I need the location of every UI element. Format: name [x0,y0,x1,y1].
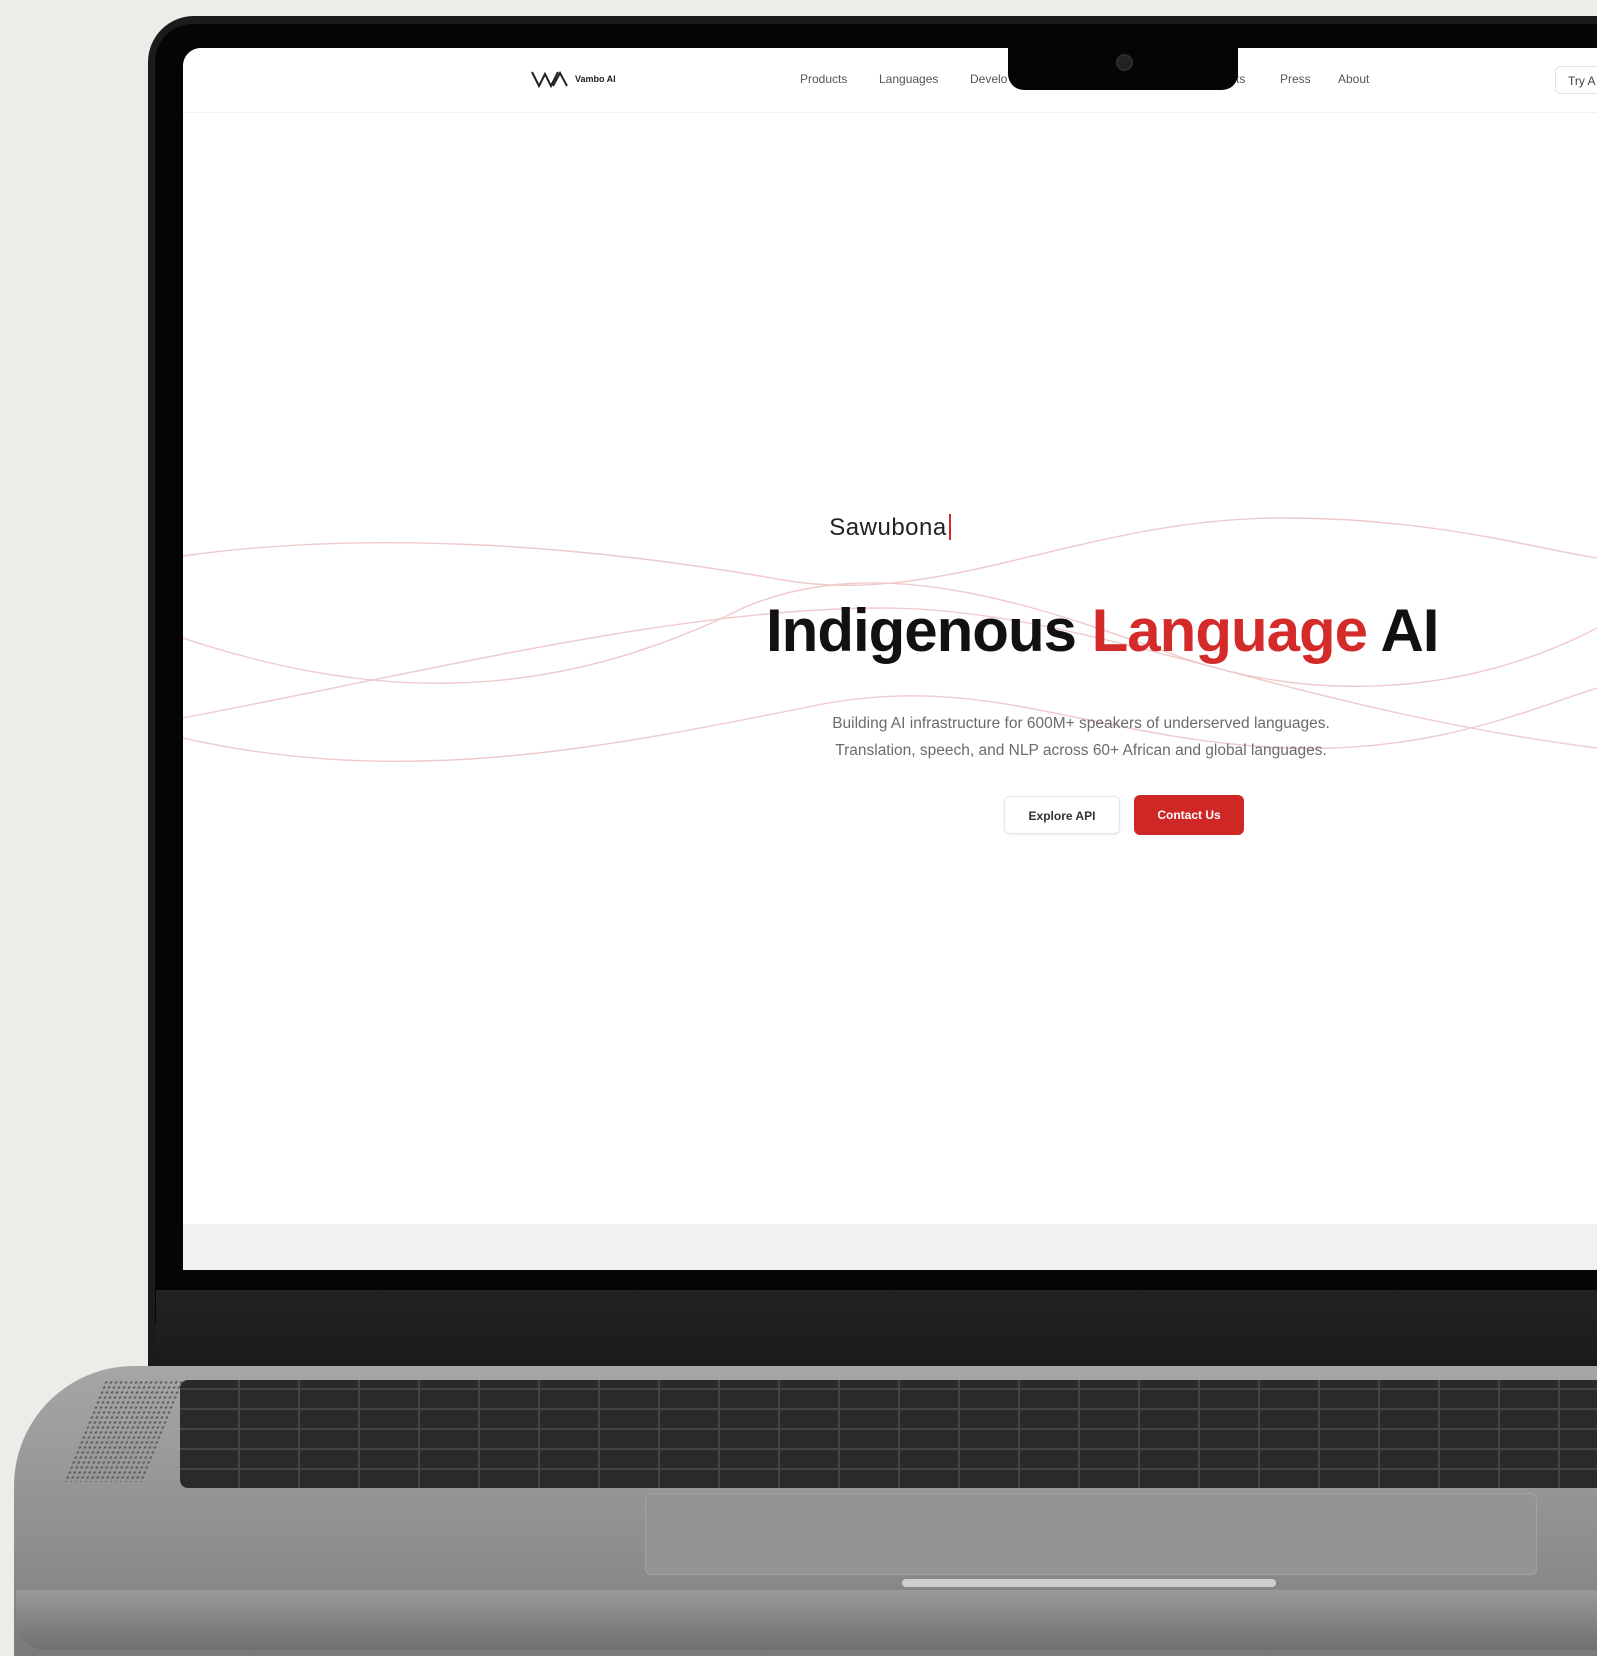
greeting-typewriter: Sawubona [183,514,1597,542]
top-navbar: Vambo AI Products Languages Develo ts Pr… [183,48,1597,113]
nav-press[interactable]: Press [1280,72,1311,86]
contact-us-button[interactable]: Contact Us [1134,795,1244,835]
hero-title-accent: Language [1091,597,1368,664]
hero-subtitle: Building AI infrastructure for 600M+ spe… [766,710,1396,764]
hero-title-word-3: AI [1380,597,1439,664]
explore-api-button[interactable]: Explore API [1004,796,1120,834]
laptop-chin [156,1290,1597,1366]
greeting-text: Sawubona [829,514,947,541]
webcam-icon [1116,54,1133,71]
hero-title: Indigenous Language AI [766,596,1466,665]
brand-name: Vambo AI [575,74,616,84]
text-caret [948,514,951,540]
lid-opening-notch [902,1579,1276,1587]
nav-developers[interactable]: Develo [970,72,1007,86]
next-section-strip [183,1224,1597,1270]
nav-about[interactable]: About [1338,72,1369,86]
hero-subtitle-line-1: Building AI infrastructure for 600M+ spe… [832,715,1330,732]
keyboard [180,1380,1597,1488]
hero-title-word-1: Indigenous [766,597,1077,664]
laptop-base-front [16,1590,1597,1650]
nav-products[interactable]: Products [800,72,847,86]
brand-logo[interactable]: Vambo AI [531,70,616,88]
try-api-button[interactable]: Try A [1555,66,1597,94]
trackpad [645,1493,1537,1575]
brand-mark-icon [531,70,568,88]
hero-subtitle-line-2: Translation, speech, and NLP across 60+ … [835,742,1327,759]
browser-viewport: Vambo AI Products Languages Develo ts Pr… [183,48,1597,1270]
nav-languages[interactable]: Languages [879,72,938,86]
